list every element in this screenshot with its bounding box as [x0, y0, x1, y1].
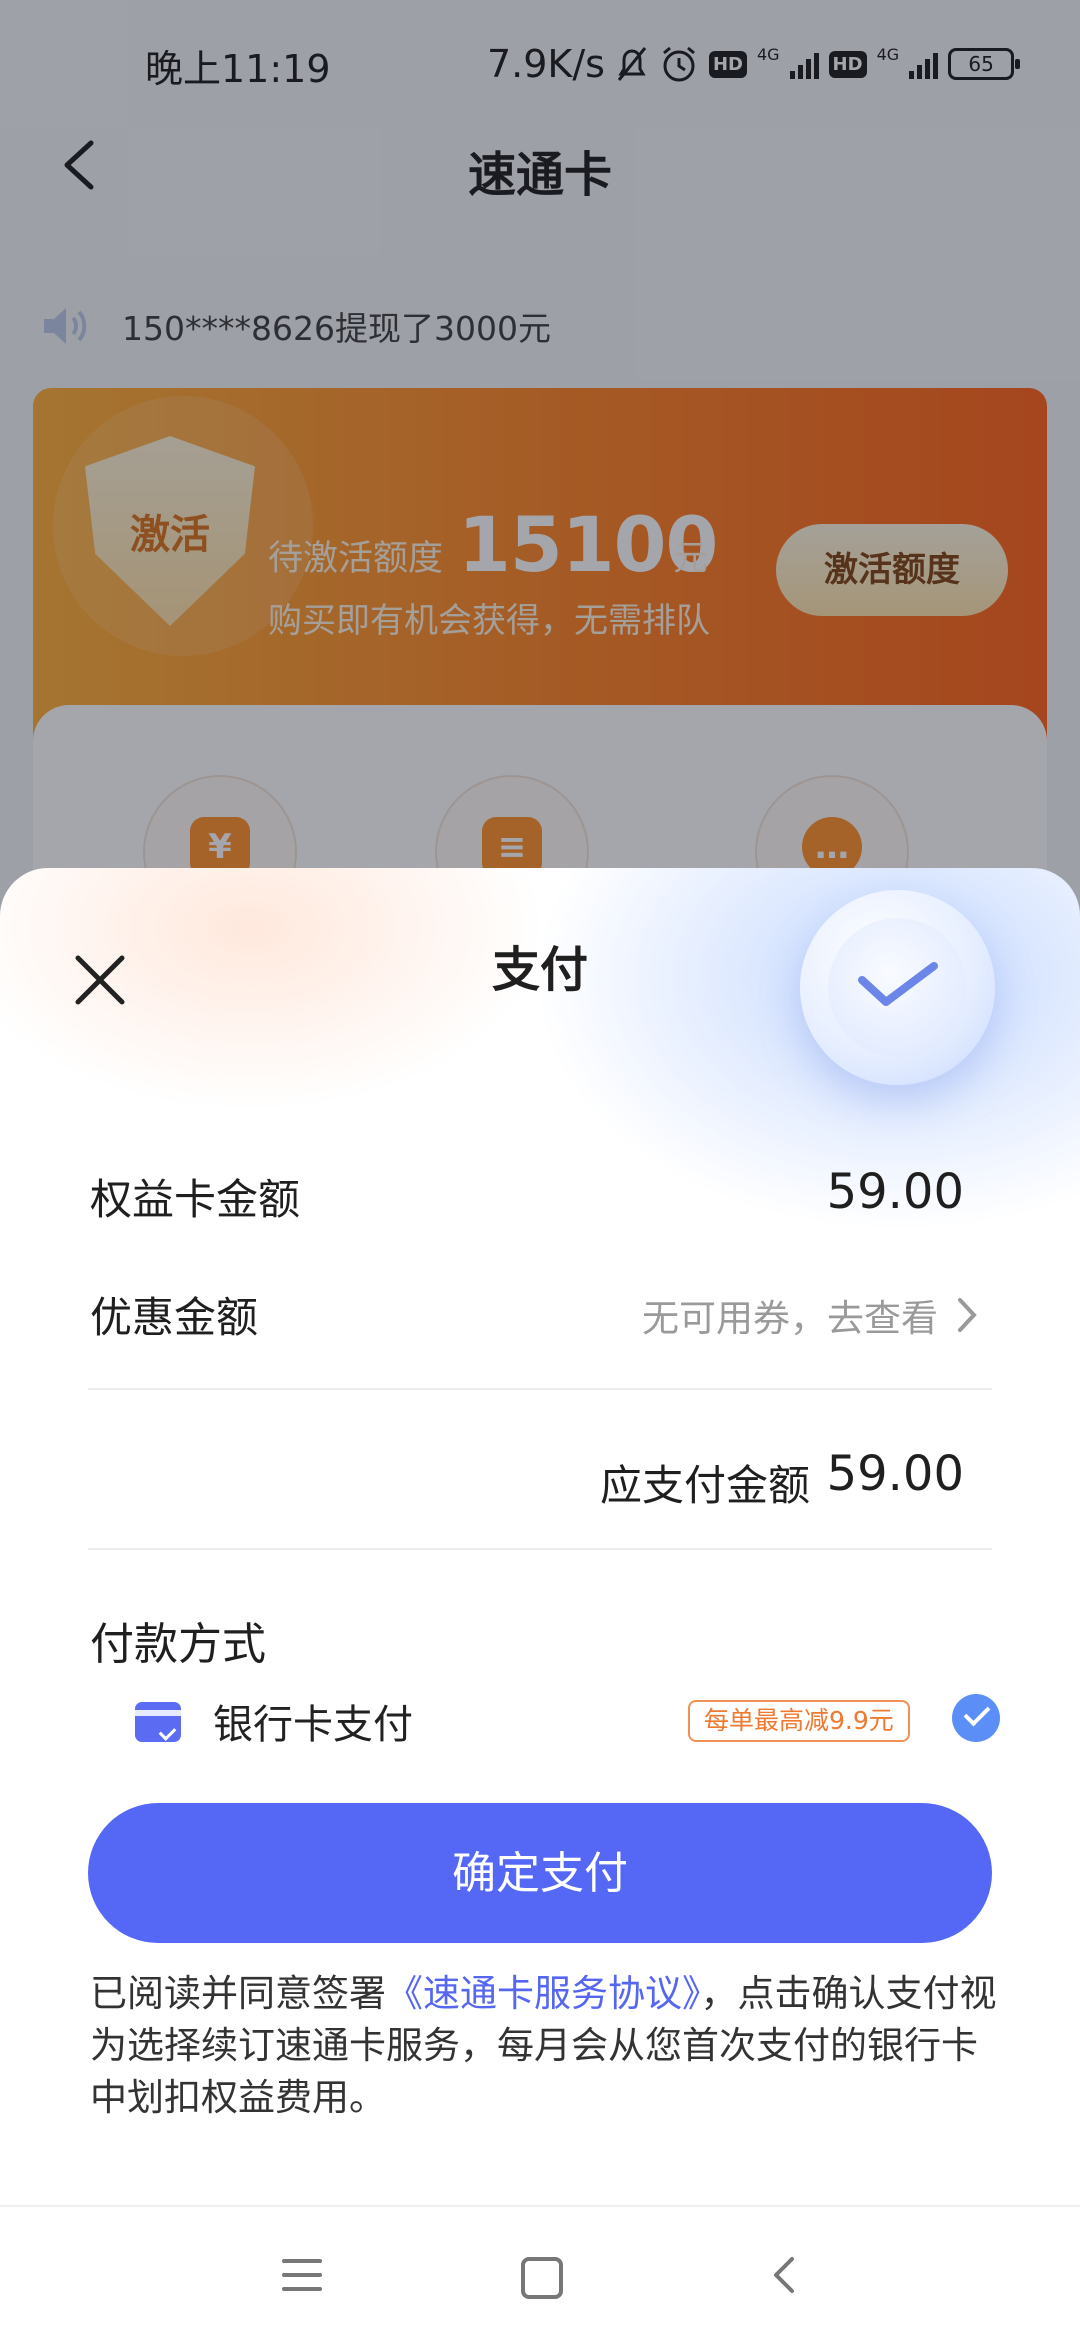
discount-row[interactable]: 优惠金额 无可用券，去查看	[90, 1284, 990, 1344]
divider	[88, 1388, 992, 1390]
divider-2	[88, 1548, 992, 1550]
bank-card-label: 银行卡支付	[213, 1702, 413, 1748]
payable-value: 59.00	[826, 1446, 964, 1502]
chevron-right-icon[interactable]	[954, 1296, 980, 1334]
payment-method-label: 付款方式	[90, 1619, 266, 1670]
confirm-pay-button[interactable]: 确定支付	[88, 1803, 992, 1943]
card-amount-label: 权益卡金额	[90, 1175, 301, 1224]
card-amount-row: 权益卡金额 59.00	[90, 1164, 990, 1226]
selected-check-icon[interactable]	[952, 1694, 1000, 1742]
agreement-text: 已阅读并同意签署《速通卡服务协议》，点击确认支付视为选择续订速通卡服务，每月会从…	[90, 1968, 1000, 2124]
payable-label: 应支付金额	[599, 1461, 810, 1510]
home-icon[interactable]	[521, 2257, 563, 2299]
nav-back-icon[interactable]	[766, 2255, 806, 2295]
bank-card-icon	[135, 1702, 181, 1742]
discount-label: 优惠金额	[90, 1293, 259, 1342]
card-amount-value: 59.00	[826, 1164, 964, 1220]
bank-card-option[interactable]: 银行卡支付 每单最高减9.9元	[135, 1692, 1005, 1752]
discount-badge: 每单最高减9.9元	[688, 1700, 910, 1742]
system-nav-bar	[0, 2205, 1080, 2342]
payable-row: 应支付金额 59.00	[90, 1446, 990, 1510]
discount-value[interactable]: 无可用券，去查看	[642, 1288, 938, 1342]
menu-icon[interactable]	[282, 2259, 322, 2291]
agreement-link[interactable]: 《速通卡服务协议》	[386, 1972, 701, 2015]
clock-check-icon	[800, 890, 995, 1085]
agreement-prefix: 已阅读并同意签署	[90, 1972, 386, 2015]
